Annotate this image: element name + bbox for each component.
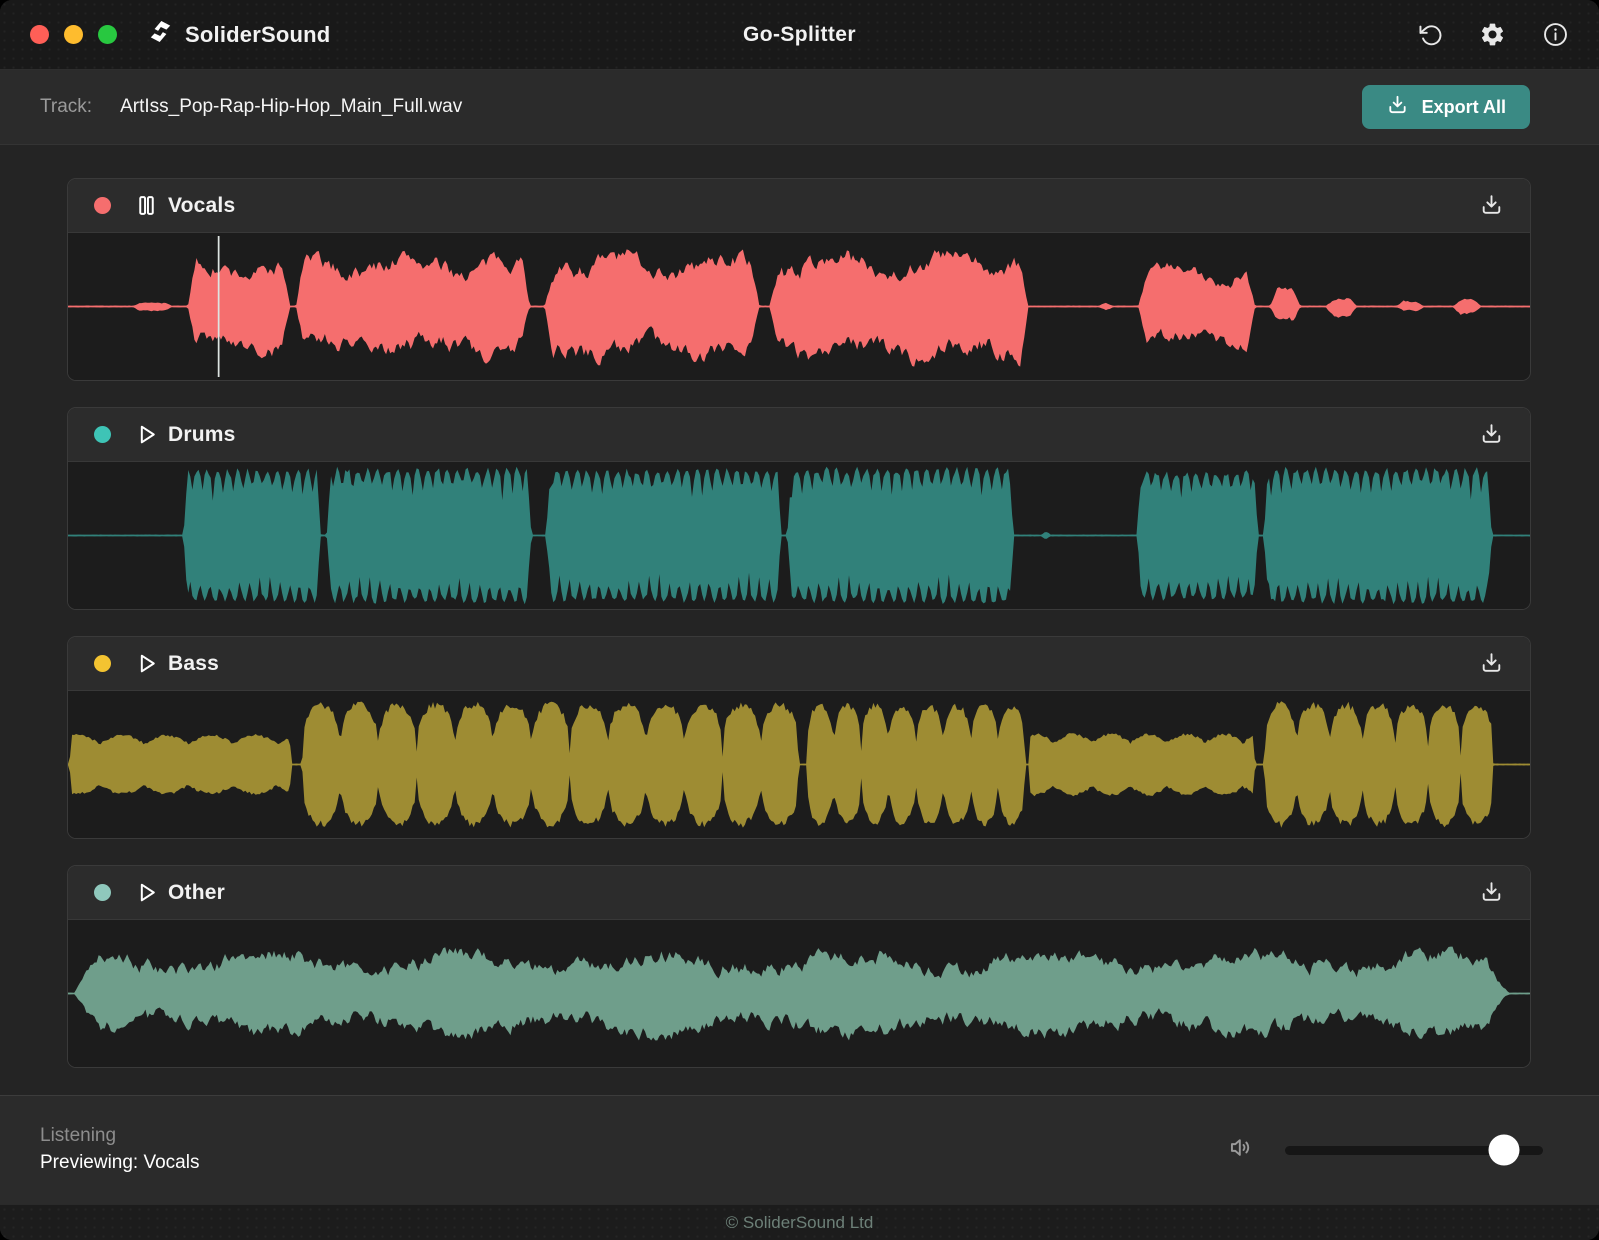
play-icon	[134, 880, 159, 905]
stem-row-other: Other	[67, 865, 1531, 1068]
waveform-drums[interactable]	[68, 462, 1530, 609]
reset-icon	[1417, 22, 1443, 48]
stem-header: Other	[68, 866, 1530, 920]
play-button[interactable]	[134, 651, 159, 676]
footer: © SoliderSound Ltd	[0, 1204, 1599, 1240]
brand-logo-icon	[147, 18, 174, 51]
previewing-label: Previewing: Vocals	[40, 1152, 200, 1173]
trackbar: Track: ArtIss_Pop-Rap-Hip-Hop_Main_Full.…	[0, 70, 1599, 145]
info-icon	[1542, 21, 1569, 48]
stem-row-bass: Bass	[67, 636, 1531, 839]
stem-color-dot	[94, 884, 111, 901]
waveform-bass[interactable]	[68, 691, 1530, 838]
pause-icon	[134, 193, 159, 218]
export-all-label: Export All	[1421, 96, 1506, 117]
stem-header: Bass	[68, 637, 1530, 691]
stem-name: Other	[168, 880, 226, 904]
brand: SoliderSound	[147, 18, 330, 51]
stem-name: Drums	[168, 422, 236, 446]
titlebar: SoliderSound Go-Splitter	[0, 0, 1599, 70]
play-button[interactable]	[134, 880, 159, 905]
status-label: Listening	[40, 1125, 117, 1147]
reset-button[interactable]	[1417, 22, 1443, 48]
play-button[interactable]	[134, 422, 159, 447]
stem-download-button[interactable]	[1479, 650, 1504, 678]
download-icon	[1479, 879, 1504, 907]
stem-row-vocals: Vocals	[67, 178, 1531, 381]
status-lines: Listening Previewing: Vocals	[40, 1123, 199, 1177]
play-icon	[134, 651, 159, 676]
speaker-icon[interactable]	[1228, 1134, 1255, 1166]
close-window-button[interactable]	[30, 25, 49, 44]
download-icon	[1479, 192, 1504, 220]
stem-download-button[interactable]	[1479, 421, 1504, 449]
stem-header: Vocals	[68, 179, 1530, 233]
stem-header: Drums	[68, 408, 1530, 462]
window-controls	[30, 25, 117, 44]
settings-icon	[1479, 21, 1506, 48]
app-title: Go-Splitter	[743, 22, 856, 46]
pause-button[interactable]	[134, 193, 159, 218]
volume-knob[interactable]	[1488, 1134, 1520, 1166]
stem-download-button[interactable]	[1479, 192, 1504, 220]
play-icon	[134, 422, 159, 447]
settings-button[interactable]	[1479, 21, 1506, 48]
download-icon	[1386, 93, 1409, 121]
download-icon	[1479, 650, 1504, 678]
zoom-window-button[interactable]	[98, 25, 117, 44]
stem-row-drums: Drums	[67, 407, 1531, 610]
stem-name: Bass	[168, 651, 220, 675]
volume-slider[interactable]	[1285, 1134, 1543, 1166]
info-button[interactable]	[1542, 21, 1569, 48]
stem-color-dot	[94, 426, 111, 443]
app-window: SoliderSound Go-Splitter Track: ArtIss_P…	[0, 0, 1599, 1240]
waveform-other[interactable]	[68, 920, 1530, 1067]
stem-download-button[interactable]	[1479, 879, 1504, 907]
copyright-text: © SoliderSound Ltd	[725, 1212, 874, 1232]
track-label: Track:	[40, 96, 93, 117]
download-icon	[1479, 421, 1504, 449]
stems-list: Vocals Drums Bass Other	[0, 145, 1599, 1095]
stem-color-dot	[94, 655, 111, 672]
track-filename: ArtIss_Pop-Rap-Hip-Hop_Main_Full.wav	[120, 96, 463, 117]
export-all-button[interactable]: Export All	[1361, 85, 1530, 129]
waveform-vocals[interactable]	[68, 233, 1530, 380]
statusbar: Listening Previewing: Vocals	[0, 1095, 1599, 1204]
stem-color-dot	[94, 197, 111, 214]
brand-name: SoliderSound	[185, 21, 331, 47]
minimize-window-button[interactable]	[64, 25, 83, 44]
volume-control	[1228, 1134, 1559, 1166]
stem-name: Vocals	[168, 193, 236, 217]
titlebar-actions	[1417, 21, 1569, 48]
